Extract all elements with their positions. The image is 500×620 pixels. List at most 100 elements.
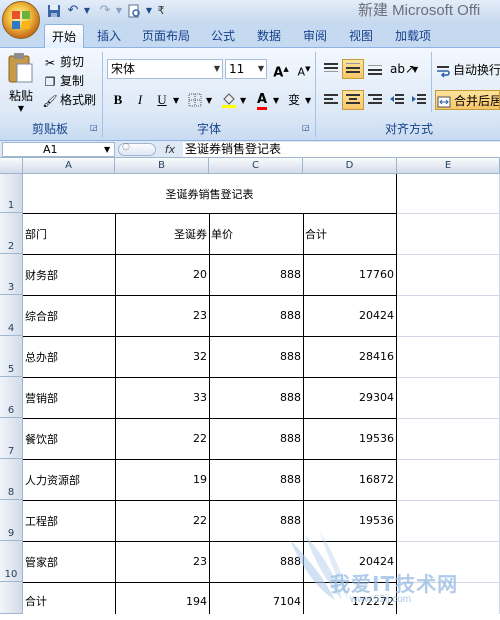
- qat-dropdown-icon[interactable]: ▼: [144, 2, 154, 20]
- qat-more-icon[interactable]: ₹: [156, 2, 166, 20]
- tab-formulas[interactable]: 公式: [202, 24, 244, 48]
- select-all-corner[interactable]: [0, 158, 23, 174]
- underline-dropdown-icon[interactable]: ▼: [173, 96, 179, 105]
- header-price-cell[interactable]: 单价: [209, 213, 303, 254]
- office-button[interactable]: [2, 1, 40, 39]
- qty-cell[interactable]: 22: [115, 418, 209, 459]
- row-header[interactable]: 8: [0, 459, 23, 500]
- price-cell[interactable]: 888: [209, 418, 303, 459]
- total-cell[interactable]: 16872: [303, 459, 396, 500]
- row-header[interactable]: 5: [0, 336, 23, 377]
- qty-cell[interactable]: 33: [115, 377, 209, 418]
- dept-cell[interactable]: 工程部: [23, 500, 115, 541]
- shrink-font-button[interactable]: A▼: [293, 59, 315, 79]
- qty-cell[interactable]: 19: [115, 459, 209, 500]
- insert-function-button[interactable]: fx: [160, 142, 180, 157]
- phonetic-dropdown-icon[interactable]: ▼: [305, 96, 311, 105]
- price-cell[interactable]: 888: [209, 295, 303, 336]
- row-header[interactable]: 6: [0, 377, 23, 418]
- price-cell[interactable]: 888: [209, 459, 303, 500]
- save-icon[interactable]: [46, 2, 62, 20]
- font-color-dropdown-icon[interactable]: ▼: [273, 96, 279, 105]
- bold-button[interactable]: B: [107, 90, 129, 110]
- dept-cell[interactable]: 营销部: [23, 377, 115, 418]
- borders-button[interactable]: [184, 90, 206, 110]
- align-left-button[interactable]: [320, 90, 342, 110]
- header-dept-cell[interactable]: 部门: [23, 213, 115, 254]
- dept-cell[interactable]: 管家部: [23, 541, 115, 582]
- undo-icon[interactable]: ↶: [64, 2, 82, 20]
- row-header[interactable]: 10: [0, 541, 23, 582]
- align-middle-button[interactable]: [342, 59, 364, 79]
- column-header-d[interactable]: D: [303, 158, 397, 174]
- cut-button[interactable]: ✂ 剪切: [42, 52, 84, 72]
- paste-button[interactable]: 粘贴 ▼: [6, 52, 36, 118]
- row-header[interactable]: 3: [0, 254, 23, 295]
- column-header-a[interactable]: A: [23, 158, 115, 174]
- orientation-button[interactable]: ab↗: [390, 59, 415, 79]
- format-painter-button[interactable]: 🖌 格式刷: [42, 90, 96, 110]
- row-header[interactable]: 4: [0, 295, 23, 336]
- tab-review[interactable]: 审阅: [294, 24, 336, 48]
- wrap-text-button[interactable]: 自动换行: [435, 60, 500, 80]
- column-header-c[interactable]: C: [209, 158, 303, 174]
- align-bottom-button[interactable]: [364, 59, 386, 79]
- formula-input[interactable]: 圣诞券销售登记表: [183, 142, 500, 157]
- price-cell[interactable]: 888: [209, 377, 303, 418]
- print-preview-icon[interactable]: [126, 2, 142, 20]
- copy-button[interactable]: ❐ 复制: [42, 71, 84, 91]
- orientation-dropdown-icon[interactable]: ▼: [412, 65, 418, 74]
- total-cell[interactable]: 17760: [303, 254, 396, 295]
- redo-icon[interactable]: ↷: [96, 2, 114, 20]
- dept-cell[interactable]: 财务部: [23, 254, 115, 295]
- row-header[interactable]: 2: [0, 213, 23, 254]
- dept-cell[interactable]: 总办部: [23, 336, 115, 377]
- align-right-button[interactable]: [364, 90, 386, 110]
- price-cell[interactable]: 888: [209, 336, 303, 377]
- grow-font-button[interactable]: A▲: [270, 59, 292, 80]
- qty-cell[interactable]: 22: [115, 500, 209, 541]
- name-box-dropdown-icon[interactable]: ▼: [104, 143, 110, 156]
- fill-color-dropdown-icon[interactable]: ▼: [240, 96, 246, 105]
- font-name-select[interactable]: 宋体 ▼: [107, 59, 223, 79]
- total-cell[interactable]: 20424: [303, 295, 396, 336]
- totals-qty-cell[interactable]: 194: [115, 582, 209, 620]
- redo-dropdown-icon[interactable]: ▼: [114, 2, 124, 20]
- tab-view[interactable]: 视图: [340, 24, 382, 48]
- font-color-button[interactable]: A: [251, 90, 273, 110]
- phonetic-button[interactable]: 变: [283, 90, 305, 110]
- tab-page-layout[interactable]: 页面布局: [134, 24, 198, 48]
- clipboard-launcher-icon[interactable]: ◲: [90, 123, 100, 133]
- qty-cell[interactable]: 32: [115, 336, 209, 377]
- increase-indent-button[interactable]: [408, 90, 430, 110]
- merge-center-button[interactable]: 合并后居: [435, 90, 500, 110]
- dept-cell[interactable]: 餐饮部: [23, 418, 115, 459]
- tab-add-ins[interactable]: 加载项: [386, 24, 440, 48]
- row-header[interactable]: 9: [0, 500, 23, 541]
- sheet-title-cell[interactable]: 圣诞券销售登记表: [23, 174, 396, 213]
- row-header[interactable]: [0, 582, 23, 614]
- undo-dropdown-icon[interactable]: ▼: [82, 2, 92, 20]
- tab-data[interactable]: 数据: [248, 24, 290, 48]
- header-total-cell[interactable]: 合计: [303, 213, 396, 254]
- header-qty-cell[interactable]: 圣诞券: [115, 213, 209, 254]
- borders-dropdown-icon[interactable]: ▼: [206, 96, 212, 105]
- formula-bar-splitter[interactable]: ◌: [118, 142, 156, 156]
- tab-home[interactable]: 开始: [44, 24, 84, 48]
- column-header-e[interactable]: E: [397, 158, 500, 174]
- italic-button[interactable]: I: [129, 90, 151, 110]
- total-cell[interactable]: 29304: [303, 377, 396, 418]
- tab-insert[interactable]: 插入: [88, 24, 130, 48]
- align-top-button[interactable]: [320, 59, 342, 79]
- fill-color-button[interactable]: [218, 90, 240, 110]
- qty-cell[interactable]: 23: [115, 295, 209, 336]
- decrease-indent-button[interactable]: [386, 90, 408, 110]
- qty-cell[interactable]: 20: [115, 254, 209, 295]
- underline-button[interactable]: U: [151, 90, 173, 110]
- totals-label-cell[interactable]: 合计: [23, 582, 115, 620]
- row-header[interactable]: 7: [0, 418, 23, 459]
- align-center-button[interactable]: [342, 90, 364, 110]
- price-cell[interactable]: 888: [209, 254, 303, 295]
- name-box[interactable]: A1: [2, 142, 115, 157]
- column-header-b[interactable]: B: [115, 158, 209, 174]
